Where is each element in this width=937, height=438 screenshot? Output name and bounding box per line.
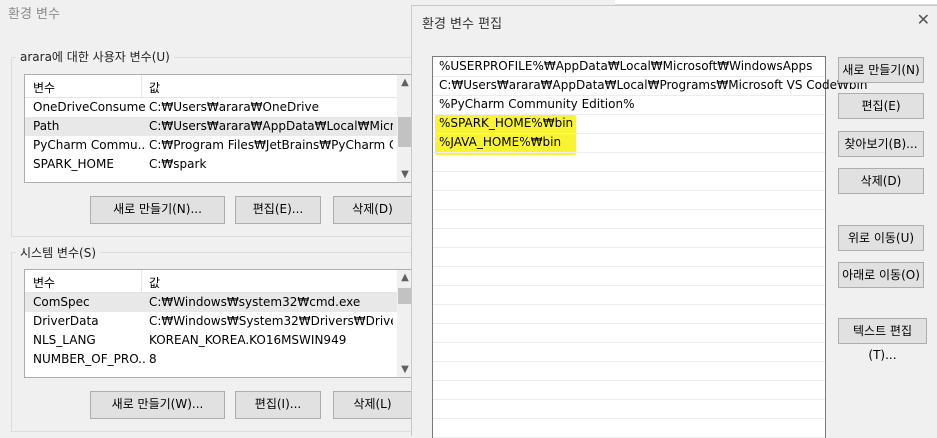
column-header-value[interactable]: 값 — [149, 79, 160, 96]
empty-row[interactable] — [433, 247, 825, 267]
close-icon[interactable]: ✕ — [917, 10, 930, 29]
list-item[interactable]: %SPARK_HOME%₩bin — [433, 114, 825, 134]
path-entry: %USERPROFILE%₩AppData₩Local₩Microsoft₩Wi… — [439, 59, 813, 73]
column-header-variable[interactable]: 변수 — [33, 274, 55, 291]
variable-name: OneDriveConsumer — [33, 100, 145, 114]
empty-row[interactable] — [433, 285, 825, 305]
table-row[interactable]: NLS_LANG KOREAN_KOREA.KO16MSWIN949 — [25, 331, 413, 350]
path-entry: %JAVA_HOME%₩bin — [439, 135, 562, 149]
user-variables-list[interactable]: 변수 값 OneDriveConsumer C:₩Users₩arara₩One… — [24, 74, 414, 183]
variable-value: C:₩Windows₩system32₩cmd.exe — [149, 295, 361, 309]
system-edit-button[interactable]: 편집(I)... — [235, 391, 321, 419]
table-row[interactable]: DriverData C:₩Windows₩System32₩Drivers₩D… — [25, 312, 413, 331]
path-entry: %SPARK_HOME%₩bin — [439, 116, 574, 130]
empty-row[interactable] — [433, 380, 825, 400]
system-new-button[interactable]: 새로 만들기(W)... — [90, 391, 225, 419]
variable-value: C:₩Users₩arara₩OneDrive — [149, 100, 319, 114]
table-row[interactable]: NUMBER_OF_PRO... 8 — [25, 350, 413, 369]
dialog-new-button[interactable]: 새로 만들기(N) — [838, 57, 924, 83]
dialog-delete-button[interactable]: 삭제(D) — [838, 168, 924, 194]
empty-row[interactable] — [433, 342, 825, 362]
path-entry: %PyCharm Community Edition% — [439, 97, 635, 111]
dialog-move-up-button[interactable]: 위로 이동(U) — [838, 225, 924, 251]
user-new-button[interactable]: 새로 만들기(N)... — [90, 196, 225, 224]
empty-row[interactable] — [433, 190, 825, 210]
list-item[interactable]: %USERPROFILE%₩AppData₩Local₩Microsoft₩Wi… — [433, 57, 825, 77]
variable-name: SPARK_HOME — [33, 157, 114, 171]
empty-row[interactable] — [433, 418, 825, 438]
empty-row[interactable] — [433, 399, 825, 419]
path-entry: C:₩Users₩arara₩AppData₩Local₩Programs₩Mi… — [439, 78, 868, 92]
system-variables-list[interactable]: 변수 값 ComSpec C:₩Windows₩system32₩cmd.exe… — [24, 269, 414, 378]
variable-name: PyCharm Commu... — [33, 138, 145, 152]
variable-value: C:₩Windows₩System32₩Drivers₩DriverData — [149, 314, 393, 328]
table-row[interactable]: SPARK_HOME C:₩spark — [25, 155, 413, 174]
dialog-edit-text-button[interactable]: 텍스트 편집(T)... — [838, 318, 927, 362]
empty-row[interactable] — [433, 266, 825, 286]
user-delete-button[interactable]: 삭제(D) — [333, 196, 412, 224]
user-variables-label: arara에 대한 사용자 변수(U) — [16, 48, 174, 65]
dialog-move-down-button[interactable]: 아래로 이동(O) — [838, 262, 924, 288]
scroll-thumb[interactable] — [398, 117, 412, 147]
list-header: 변수 값 — [25, 270, 413, 293]
variable-value: KOREAN_KOREA.KO16MSWIN949 — [149, 333, 347, 347]
system-delete-button[interactable]: 삭제(L) — [333, 391, 412, 419]
table-row[interactable]: Path C:₩Users₩arara₩AppData₩Local₩Micros… — [25, 117, 413, 136]
list-header: 변수 값 — [25, 75, 413, 98]
variable-name: NLS_LANG — [33, 333, 96, 347]
table-row[interactable]: ComSpec C:₩Windows₩system32₩cmd.exe — [25, 293, 413, 312]
variable-value: C:₩Program Files₩JetBrains₩PyCharm Co... — [149, 138, 393, 152]
empty-row[interactable] — [433, 323, 825, 343]
empty-row[interactable] — [433, 152, 825, 172]
column-header-variable[interactable]: 변수 — [33, 79, 55, 96]
empty-row[interactable] — [433, 209, 825, 229]
list-item[interactable]: %JAVA_HOME%₩bin — [433, 133, 825, 153]
user-edit-button[interactable]: 편집(E)... — [235, 196, 321, 224]
dialog-browse-button[interactable]: 찾아보기(B)... — [838, 131, 924, 157]
variable-value: C:₩spark — [149, 157, 207, 171]
list-item[interactable]: C:₩Users₩arara₩AppData₩Local₩Programs₩Mi… — [433, 76, 867, 96]
env-window-title: 환경 변수 — [8, 7, 60, 22]
table-row[interactable]: OneDriveConsumer C:₩Users₩arara₩OneDrive — [25, 98, 413, 117]
variable-name: DriverData — [33, 314, 99, 328]
scroll-thumb[interactable] — [398, 288, 412, 304]
list-item[interactable]: %PyCharm Community Edition% — [433, 95, 825, 115]
path-entries-list[interactable]: %USERPROFILE%₩AppData₩Local₩Microsoft₩Wi… — [432, 56, 867, 438]
system-variables-label: 시스템 변수(S) — [16, 244, 100, 261]
empty-row[interactable] — [433, 228, 825, 248]
empty-row[interactable] — [433, 361, 825, 381]
table-row[interactable]: PyCharm Commu... C:₩Program Files₩JetBra… — [25, 136, 413, 155]
column-header-value[interactable]: 값 — [149, 274, 160, 291]
variable-name: ComSpec — [33, 295, 90, 309]
variable-name: Path — [33, 119, 60, 133]
edit-env-variable-dialog: 환경 변수 편집 ✕ %USERPROFILE%₩AppData₩Local₩M… — [411, 5, 937, 438]
variable-value: 8 — [149, 352, 157, 366]
dialog-title: 환경 변수 편집 — [422, 17, 503, 32]
empty-row[interactable] — [433, 304, 825, 324]
variable-value: C:₩Users₩arara₩AppData₩Local₩Microsof... — [149, 119, 393, 133]
variable-name: NUMBER_OF_PRO... — [33, 352, 145, 366]
dialog-edit-button[interactable]: 편집(E) — [838, 93, 924, 119]
empty-row[interactable] — [433, 171, 825, 191]
